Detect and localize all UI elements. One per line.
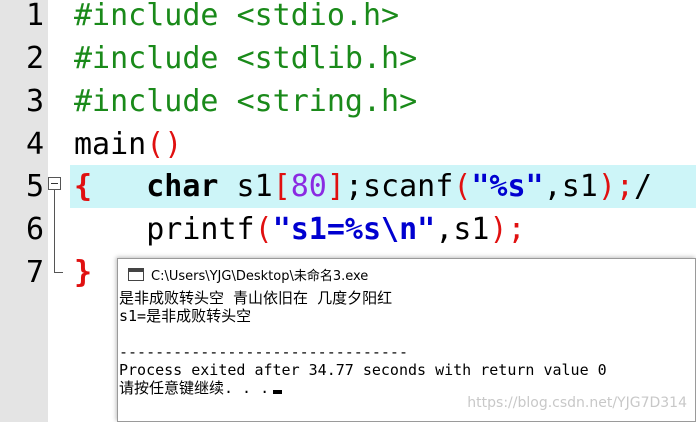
console-line: s1=是非成败转头空 <box>119 307 252 325</box>
fold-guide-line <box>54 190 55 273</box>
line-number: 7 <box>25 255 44 290</box>
fold-strip <box>48 0 70 422</box>
paren: ) <box>489 212 508 247</box>
fold-guide-end <box>54 272 63 273</box>
function-call: printf <box>146 212 255 247</box>
line-number: 1 <box>25 0 44 33</box>
line-number: 5 <box>25 169 44 204</box>
open-brace: { <box>74 169 93 204</box>
code-line-1[interactable]: #include <stdio.h> <box>74 0 696 37</box>
preprocessor-directive: #include <box>74 41 219 76</box>
keyword-char: char <box>146 169 219 204</box>
code-line-2[interactable]: #include <stdlib.h> <box>74 37 696 80</box>
text-cursor <box>273 390 283 394</box>
identifier: s1 <box>218 169 273 204</box>
code-line-6[interactable]: printf("s1=%s\n",s1); <box>74 208 696 251</box>
comma: , <box>543 169 562 204</box>
fold-collapse-icon[interactable] <box>48 177 61 190</box>
paren: ( <box>453 169 472 204</box>
line-number: 3 <box>25 84 44 119</box>
console-prompt-text: 请按任意键继续. . . <box>119 379 270 397</box>
code-line-4[interactable]: main() <box>74 123 696 166</box>
function-name: main <box>74 127 147 162</box>
comment-start: / <box>633 169 652 204</box>
console-line: 是非成败转头空 青山依旧在 几度夕阳红 <box>119 289 393 307</box>
bracket: ] <box>326 169 345 204</box>
code-line-5-current[interactable]: { char s1[80];scanf("%s",s1);/ <box>70 165 696 208</box>
semicolon: ; <box>507 212 526 247</box>
function-call: scanf <box>363 169 454 204</box>
console-window-icon <box>128 267 144 281</box>
line-number: 6 <box>25 212 44 247</box>
paren: ( <box>254 212 273 247</box>
line-number: 2 <box>25 41 44 76</box>
string-literal: "s1=%s\n" <box>272 212 436 247</box>
code-line-3[interactable]: #include <string.h> <box>74 80 696 123</box>
function-parens: () <box>146 127 183 162</box>
preprocessor-directive: #include <box>74 84 219 119</box>
semicolon: ; <box>615 169 634 204</box>
semicolon: ; <box>344 169 363 204</box>
close-brace: } <box>74 255 93 290</box>
bracket: [ <box>272 169 291 204</box>
line-number: 4 <box>25 127 44 162</box>
identifier: s1 <box>453 212 490 247</box>
string-literal: "%s" <box>471 169 544 204</box>
preprocessor-directive: #include <box>74 0 219 33</box>
console-title-text: C:\Users\YJG\Desktop\未命名3.exe <box>151 268 369 284</box>
console-title-bar[interactable]: C:\Users\YJG\Desktop\未命名3.exe <box>118 259 695 289</box>
console-line: -------------------------------- <box>119 343 408 361</box>
paren: ) <box>597 169 616 204</box>
console-line: Process exited after 34.77 seconds with … <box>119 361 607 379</box>
console-window[interactable]: C:\Users\YJG\Desktop\未命名3.exe 是非成败转头空 青山… <box>117 258 696 422</box>
include-header: <stdlib.h> <box>236 41 418 76</box>
include-header: <stdio.h> <box>236 0 400 33</box>
watermark: https://blog.csdn.net/YJG7D314 <box>467 395 687 411</box>
number-literal: 80 <box>290 169 327 204</box>
include-header: <string.h> <box>236 84 418 119</box>
comma: , <box>435 212 454 247</box>
identifier: s1 <box>561 169 598 204</box>
